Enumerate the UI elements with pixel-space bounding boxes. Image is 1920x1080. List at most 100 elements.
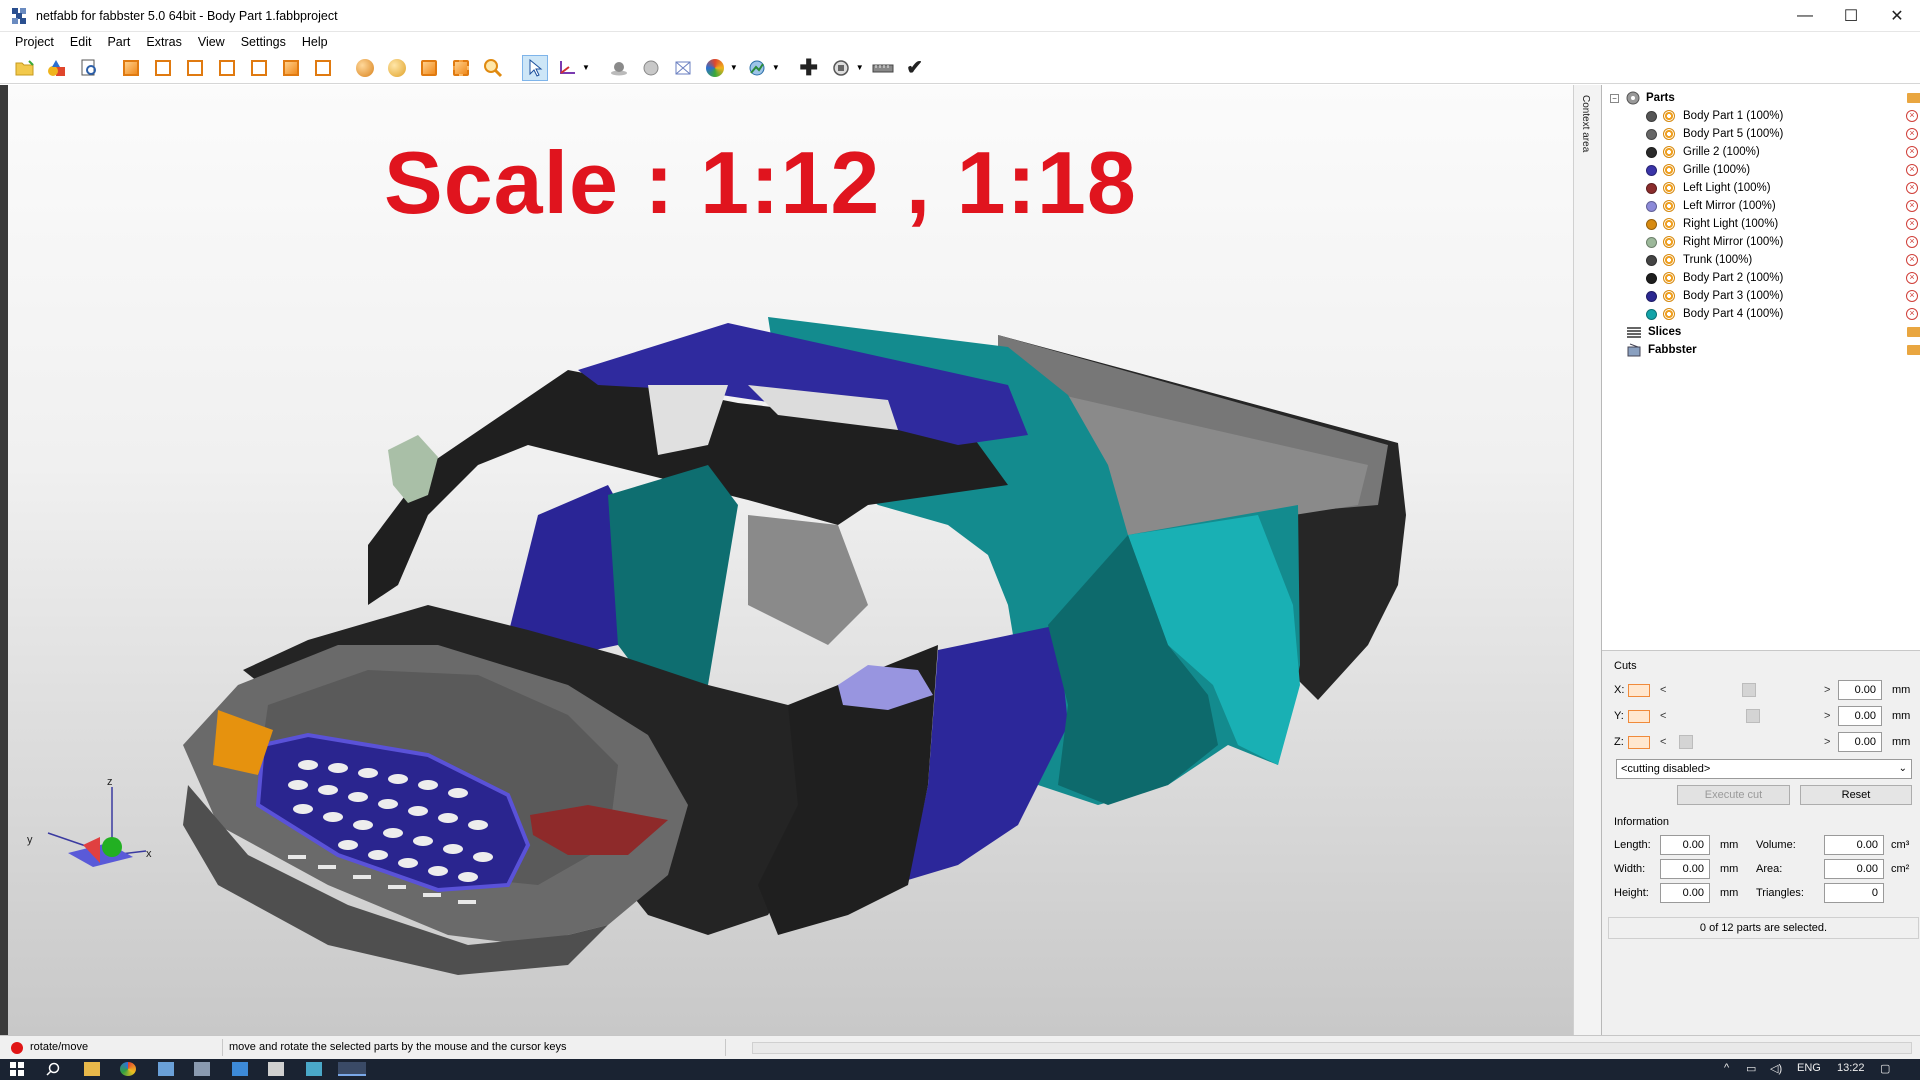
visibility-icon[interactable] xyxy=(1663,110,1675,122)
part-info-button[interactable] xyxy=(76,55,102,81)
view-iso-button[interactable] xyxy=(310,55,336,81)
tree-item-part[interactable]: Body Part 3 (100%) × xyxy=(1602,287,1920,305)
menu-part[interactable]: Part xyxy=(100,35,139,49)
parts-folder-icon[interactable] xyxy=(1907,93,1920,103)
execute-cut-button[interactable]: Execute cut xyxy=(1677,785,1790,805)
tree-node-parts[interactable]: − Parts xyxy=(1602,89,1920,107)
tree-item-part[interactable]: Grille (100%) × xyxy=(1602,161,1920,179)
volume-icon[interactable]: ◁) xyxy=(1770,1062,1782,1075)
view-right-button[interactable] xyxy=(214,55,240,81)
remove-part-icon[interactable]: × xyxy=(1906,200,1918,212)
open-project-button[interactable] xyxy=(12,55,38,81)
tree-item-part[interactable]: Right Mirror (100%) × xyxy=(1602,233,1920,251)
tree-item-part[interactable]: Trunk (100%) × xyxy=(1602,251,1920,269)
remove-part-icon[interactable]: × xyxy=(1906,290,1918,302)
view-front-button[interactable] xyxy=(118,55,144,81)
visibility-icon[interactable] xyxy=(1663,218,1675,230)
collapse-icon[interactable]: − xyxy=(1610,93,1619,103)
remove-part-icon[interactable]: × xyxy=(1906,236,1918,248)
visibility-icon[interactable] xyxy=(1663,146,1675,158)
repair-button[interactable] xyxy=(828,55,854,81)
remove-part-icon[interactable]: × xyxy=(1906,254,1918,266)
cut-y-slider-thumb[interactable] xyxy=(1746,709,1761,723)
apply-button[interactable]: ✔ xyxy=(902,55,928,81)
cut-z-slider[interactable] xyxy=(1674,735,1824,749)
remove-part-icon[interactable]: × xyxy=(1906,128,1918,140)
cut-z-toggle[interactable] xyxy=(1628,735,1650,749)
cut-y-increase[interactable]: > xyxy=(1824,710,1838,722)
visibility-icon[interactable] xyxy=(1663,182,1675,194)
tree-item-part[interactable]: Left Light (100%) × xyxy=(1602,179,1920,197)
remove-part-icon[interactable]: × xyxy=(1906,164,1918,176)
close-button[interactable]: ✕ xyxy=(1874,0,1920,32)
chrome-icon[interactable] xyxy=(120,1062,136,1076)
zoom-all-button[interactable] xyxy=(416,55,442,81)
app-icon-4[interactable] xyxy=(306,1062,322,1076)
add-part-button[interactable] xyxy=(44,55,70,81)
cut-x-toggle[interactable] xyxy=(1628,683,1650,697)
minimize-button[interactable]: — xyxy=(1782,0,1828,32)
move-rotate-button[interactable] xyxy=(554,55,580,81)
cut-y-toggle[interactable] xyxy=(1628,709,1650,723)
view-bottom-button[interactable] xyxy=(278,55,304,81)
slices-folder-icon[interactable] xyxy=(1907,327,1920,337)
cutting-mode-select[interactable]: <cutting disabled> ⌄ xyxy=(1616,759,1912,779)
pan-view-button[interactable] xyxy=(384,55,410,81)
menu-view[interactable]: View xyxy=(191,35,234,49)
file-explorer-icon[interactable] xyxy=(84,1062,100,1076)
wireframe-button[interactable] xyxy=(670,55,696,81)
shading-button[interactable] xyxy=(606,55,632,81)
select-tool-button[interactable] xyxy=(522,54,548,81)
cut-x-decrease[interactable]: < xyxy=(1660,684,1674,696)
tray-chevron-icon[interactable]: ^ xyxy=(1724,1062,1729,1074)
tree-item-part[interactable]: Right Light (100%) × xyxy=(1602,215,1920,233)
menu-help[interactable]: Help xyxy=(295,35,337,49)
rotate-view-button[interactable] xyxy=(352,55,378,81)
remove-part-icon[interactable]: × xyxy=(1906,272,1918,284)
context-area-tab[interactable]: Context area xyxy=(1573,85,1601,1035)
visibility-icon[interactable] xyxy=(1663,308,1675,320)
notifications-icon[interactable]: ▢ xyxy=(1880,1062,1890,1075)
3d-viewport[interactable]: z y x Scale : 1:12 , 1:18 xyxy=(8,85,1573,1035)
network-icon[interactable]: ▭ xyxy=(1746,1062,1756,1075)
visibility-icon[interactable] xyxy=(1663,272,1675,284)
calculator-icon[interactable] xyxy=(268,1062,284,1076)
cut-x-slider[interactable] xyxy=(1674,683,1824,697)
cut-z-slider-thumb[interactable] xyxy=(1679,735,1693,749)
cut-z-input[interactable]: 0.00 xyxy=(1838,732,1882,752)
app-icon-3[interactable] xyxy=(232,1062,248,1076)
windows-start-icon[interactable] xyxy=(10,1062,26,1076)
cut-z-decrease[interactable]: < xyxy=(1660,736,1674,748)
tree-item-part[interactable]: Left Mirror (100%) × xyxy=(1602,197,1920,215)
remove-part-icon[interactable]: × xyxy=(1906,110,1918,122)
language-indicator[interactable]: ENG xyxy=(1797,1062,1821,1074)
visibility-icon[interactable] xyxy=(1663,200,1675,212)
clock[interactable]: 13:22 xyxy=(1837,1062,1865,1074)
maximize-button[interactable]: ☐ xyxy=(1828,0,1874,32)
cut-z-increase[interactable]: > xyxy=(1824,736,1838,748)
measure-button[interactable] xyxy=(870,55,896,81)
menu-extras[interactable]: Extras xyxy=(139,35,190,49)
tree-node-fabbster[interactable]: Fabbster xyxy=(1602,341,1920,359)
fabbster-folder-icon[interactable] xyxy=(1907,345,1920,355)
reset-button[interactable]: Reset xyxy=(1800,785,1912,805)
add-button[interactable]: ✚ xyxy=(796,55,822,81)
analysis-button[interactable] xyxy=(744,55,770,81)
zoom-selection-button[interactable] xyxy=(448,55,474,81)
move-dropdown-icon[interactable]: ▼ xyxy=(582,63,590,72)
menu-project[interactable]: Project xyxy=(8,35,63,49)
view-left-button[interactable] xyxy=(182,55,208,81)
remove-part-icon[interactable]: × xyxy=(1906,308,1918,320)
color-mode-button[interactable] xyxy=(702,55,728,81)
view-back-button[interactable] xyxy=(150,55,176,81)
cut-x-input[interactable]: 0.00 xyxy=(1838,680,1882,700)
analysis-dropdown-icon[interactable]: ▼ xyxy=(772,63,780,72)
smooth-shading-button[interactable] xyxy=(638,55,664,81)
remove-part-icon[interactable]: × xyxy=(1906,146,1918,158)
search-icon[interactable] xyxy=(46,1062,62,1076)
tree-node-slices[interactable]: Slices xyxy=(1602,323,1920,341)
visibility-icon[interactable] xyxy=(1663,164,1675,176)
cut-x-slider-thumb[interactable] xyxy=(1742,683,1756,697)
visibility-icon[interactable] xyxy=(1663,128,1675,140)
remove-part-icon[interactable]: × xyxy=(1906,182,1918,194)
